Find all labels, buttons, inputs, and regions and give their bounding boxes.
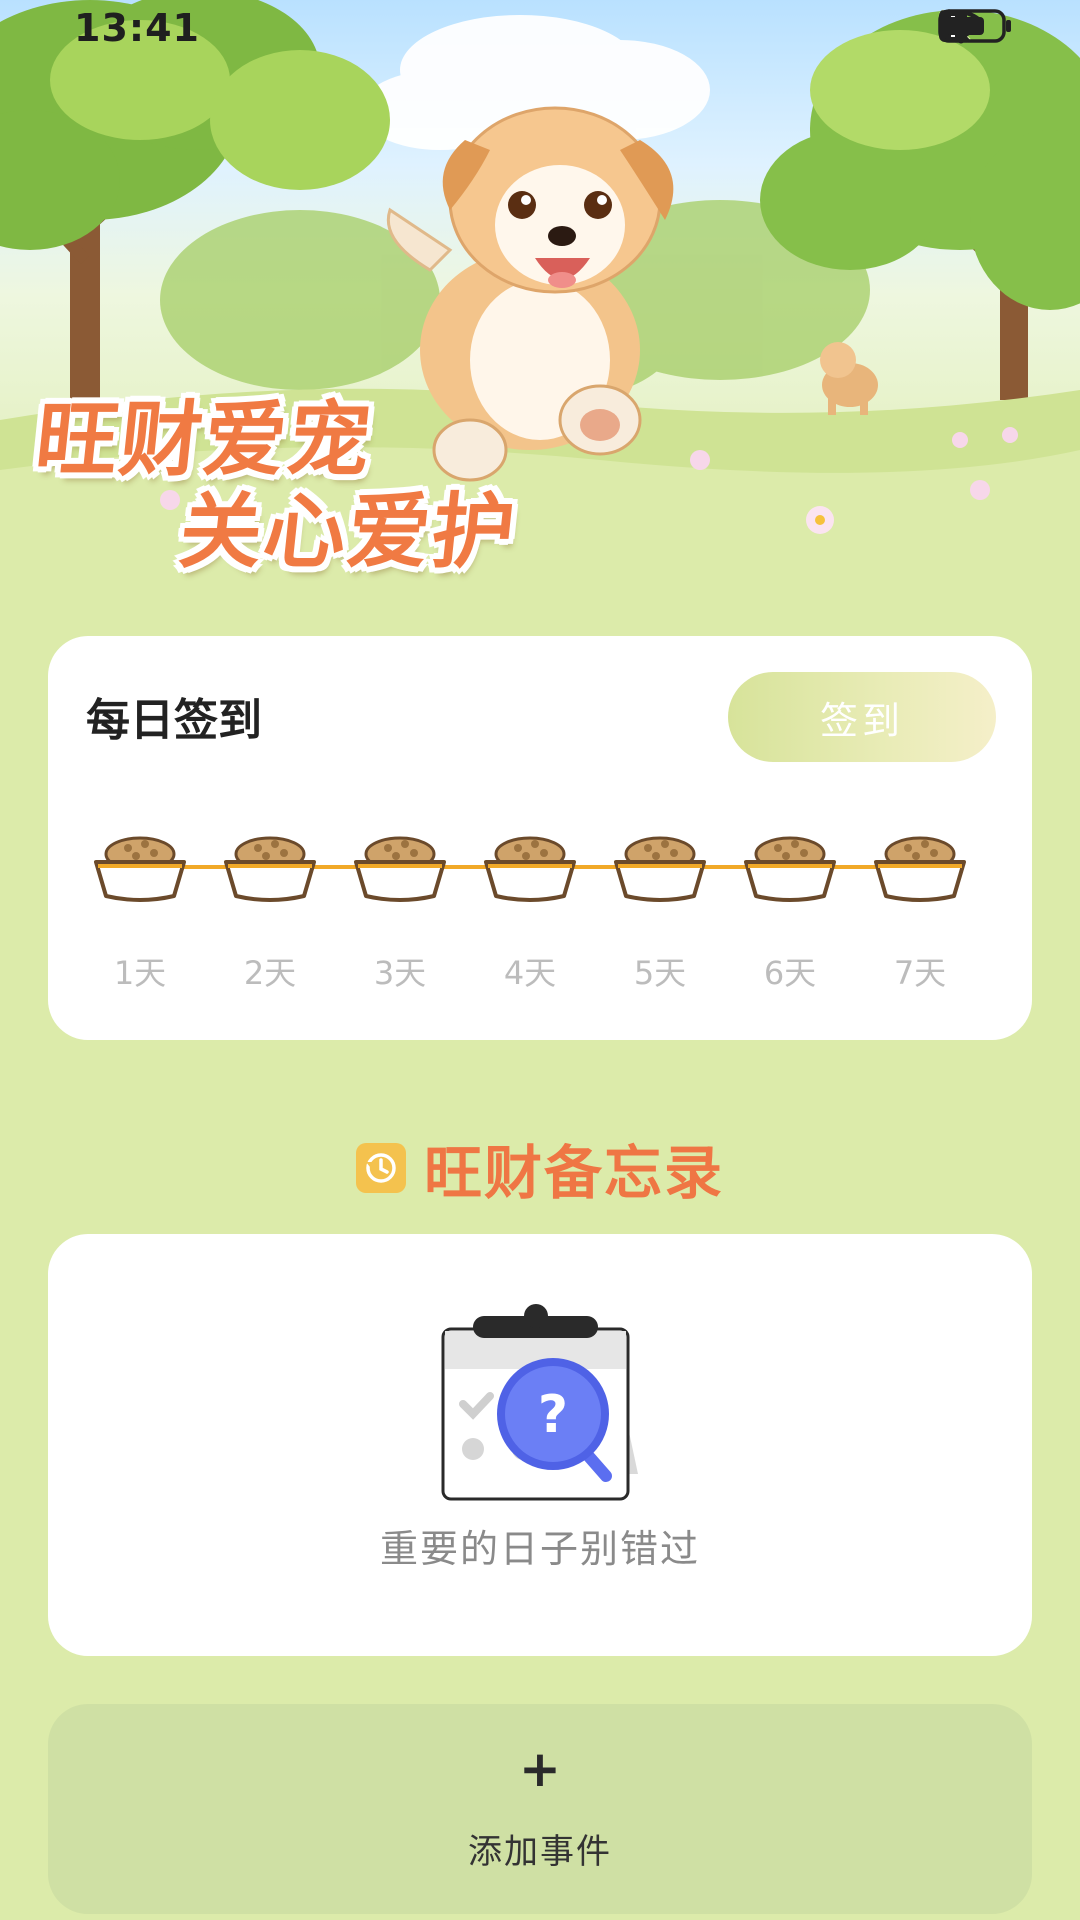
checkin-day-5: 5天 (605, 826, 715, 994)
checkin-day-label: 1天 (113, 954, 167, 992)
checkin-day-label: 3天 (373, 954, 427, 992)
park-scene-illustration (0, 0, 1080, 590)
add-event-label: 添加事件 (468, 1832, 612, 1872)
checkin-button[interactable]: 签到 (728, 672, 996, 762)
memo-empty-text: 重要的日子别错过 (379, 1527, 700, 1571)
checkin-day-7: 7天 (865, 826, 975, 994)
food-bowl-icon (224, 836, 316, 902)
memo-card: ? 重要的日子别错过 (48, 1234, 1032, 1656)
memo-title: 旺财备忘录 (423, 1139, 724, 1207)
status-bar: 13:41 (0, 0, 1080, 60)
hero-banner: 13:41 旺财爱宠 关心爱护 (0, 0, 1080, 590)
checkin-day-3: 3天 (345, 826, 455, 994)
checkin-day-label: 2天 (243, 954, 297, 992)
clock-history-icon (355, 1143, 406, 1193)
checkin-day-4: 4天 (475, 826, 585, 994)
food-bowl-icon (744, 836, 836, 902)
banner-slogan-line2: 关心爱护 (175, 485, 522, 580)
status-time: 13:41 (74, 6, 200, 50)
checkin-title: 每日签到 (86, 695, 262, 746)
memo-section-header: 旺财备忘录 (0, 1128, 1080, 1208)
food-bowl-icon (874, 836, 966, 902)
checkin-day-label: 5天 (633, 954, 687, 992)
food-bowl-icon (614, 836, 706, 902)
empty-calendar-search-icon: ? (441, 1304, 638, 1501)
checkin-day-6: 6天 (735, 826, 845, 994)
checkin-day-label: 6天 (763, 954, 817, 992)
svg-text:?: ? (538, 1385, 568, 1445)
add-event-button[interactable]: + 添加事件 (48, 1704, 1032, 1914)
checkin-day-2: 2天 (215, 826, 325, 994)
food-bowl-icon (354, 836, 446, 902)
checkin-day-1: 1天 (85, 826, 195, 994)
daily-checkin-card: 每日签到 签到 1天 2天 3天 4天 5天 6天 7天 (48, 636, 1032, 1040)
checkin-day-label: 7天 (893, 954, 947, 992)
banner-slogan-line1: 旺财爱宠 (31, 393, 378, 488)
checkin-day-label: 4天 (503, 954, 557, 992)
plus-icon: + (519, 1740, 561, 1798)
food-bowl-icon (484, 836, 576, 902)
food-bowl-icon (94, 836, 186, 902)
